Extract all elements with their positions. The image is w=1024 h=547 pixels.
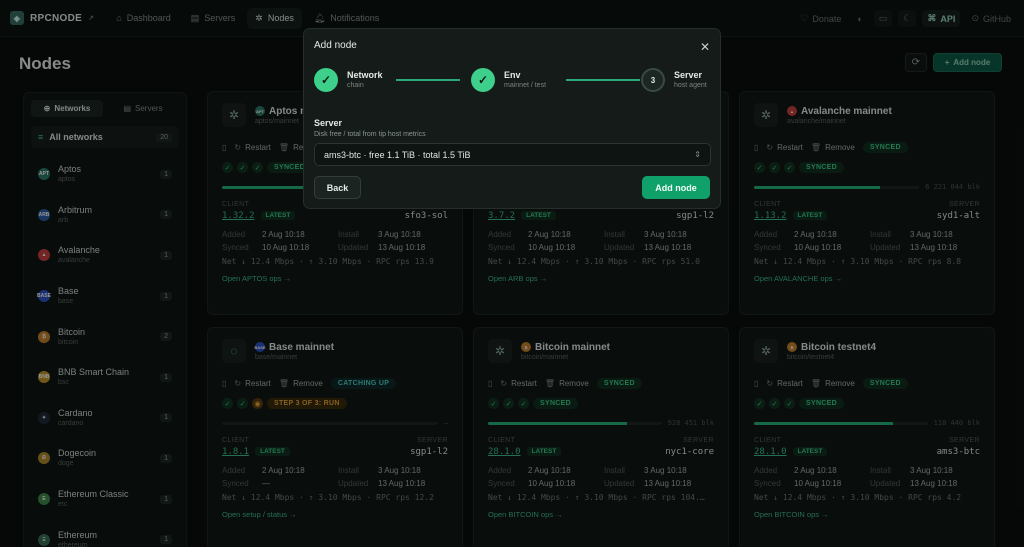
wizard-connector [396, 79, 460, 81]
wizard-steps: ✓ Network chain ✓ Env mainnet / test 3 Ser… [314, 68, 714, 94]
server-field-label: Server [314, 118, 343, 128]
back-button[interactable]: Back [314, 176, 361, 199]
server-select[interactable]: ams3-btc · free 1.1 TiB · total 1.5 TiB … [314, 143, 711, 166]
check-icon: ✓ [314, 68, 338, 92]
dialog-title: Add node [314, 40, 357, 51]
close-icon[interactable]: ✕ [700, 40, 710, 54]
server-select-value: ams3-btc · free 1.1 TiB · total 1.5 TiB [324, 149, 471, 160]
check-icon: ✓ [471, 68, 495, 92]
step-number: 3 [641, 68, 665, 92]
wizard-step-env[interactable]: ✓ Env mainnet / test [471, 68, 546, 92]
submit-add-node-button[interactable]: Add node [642, 176, 710, 199]
wizard-step-server[interactable]: 3 Server host agent [641, 68, 707, 92]
wizard-step-network[interactable]: ✓ Network chain [314, 68, 383, 92]
chevron-up-down-icon: ⇕ [694, 150, 701, 159]
server-field-hint: Disk free / total from tip host metrics [314, 131, 426, 138]
wizard-connector [566, 79, 640, 81]
add-node-dialog: Add node ✕ ✓ Network chain ✓ Env mainnet /… [303, 28, 721, 209]
